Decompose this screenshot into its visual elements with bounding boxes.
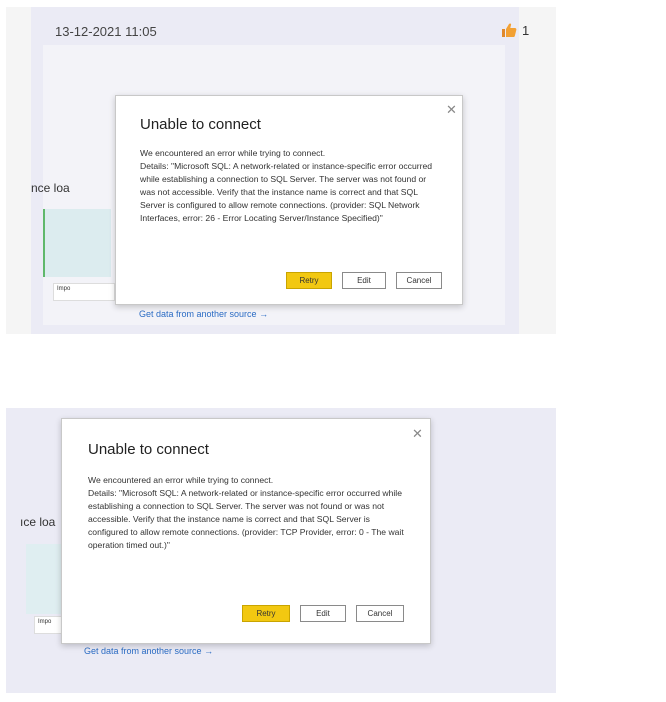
- chat-message-body: 13-12-2021 11:05 1 nce loa Impo Get data…: [31, 7, 529, 334]
- chat-message-card: 13-12-2021 11:05 1 nce loa Impo Get data…: [6, 7, 556, 334]
- dialog-details-text: Details: "Microsoft SQL: A network-relat…: [88, 488, 404, 550]
- edit-button[interactable]: Edit: [300, 605, 346, 622]
- background-tile-label: Impo: [57, 286, 71, 292]
- message-timestamp: 13-12-2021 11:05: [55, 24, 157, 39]
- get-data-link[interactable]: Get data from another source →: [84, 646, 213, 656]
- dialog-intro-text: We encountered an error while trying to …: [88, 475, 274, 485]
- background-tile-label: Impo: [38, 619, 52, 625]
- close-icon[interactable]: ✕: [446, 103, 457, 116]
- dialog-message: We encountered an error while trying to …: [140, 147, 440, 225]
- background-partial-text: nce loa: [31, 181, 70, 195]
- thumbs-up-icon: [502, 23, 517, 37]
- dialog-details-text: Details: "Microsoft SQL: A network-relat…: [140, 161, 433, 223]
- cancel-button[interactable]: Cancel: [396, 272, 442, 289]
- dialog-message: We encountered an error while trying to …: [88, 474, 406, 552]
- retry-button[interactable]: Retry: [242, 605, 290, 622]
- error-dialog: ✕ Unable to connect We encountered an er…: [115, 95, 463, 305]
- close-icon[interactable]: ✕: [412, 427, 423, 440]
- background-partial-text: ıce loa: [20, 515, 56, 529]
- edit-button[interactable]: Edit: [342, 272, 386, 289]
- dialog-intro-text: We encountered an error while trying to …: [140, 148, 326, 158]
- background-tile: [43, 209, 111, 277]
- cancel-button[interactable]: Cancel: [356, 605, 404, 622]
- get-data-link[interactable]: Get data from another source →: [139, 309, 268, 319]
- reaction-count: 1: [522, 22, 530, 38]
- error-dialog: ✕ Unable to connect We encountered an er…: [61, 418, 431, 644]
- dialog-title: Unable to connect: [140, 116, 261, 133]
- screenshot-attachment-1: nce loa Impo Get data from another sourc…: [31, 45, 505, 325]
- reaction-badge[interactable]: 1: [501, 22, 529, 38]
- dialog-title: Unable to connect: [88, 441, 209, 458]
- retry-button[interactable]: Retry: [286, 272, 332, 289]
- screenshot-attachment-2: ıce loa Impo Get data from another sourc…: [6, 408, 556, 693]
- background-tile-import: Impo: [53, 283, 115, 301]
